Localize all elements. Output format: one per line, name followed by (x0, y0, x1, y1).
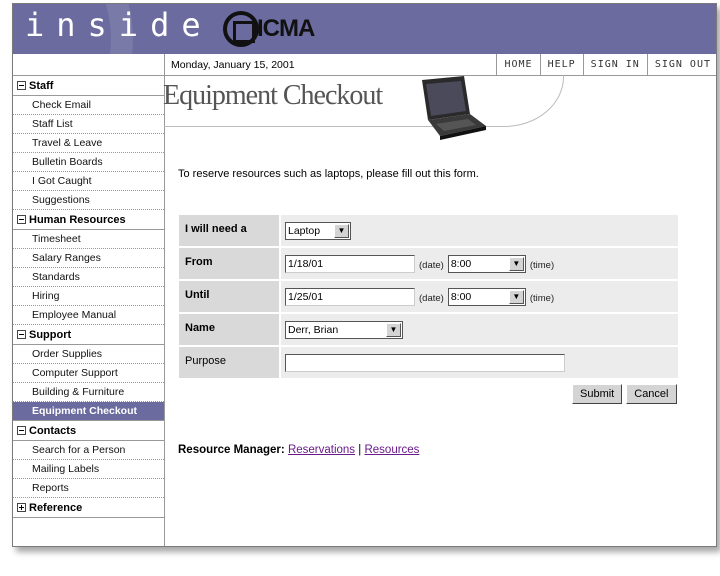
from-label: From (179, 248, 279, 279)
name-select[interactable]: Derr, Brian ▼ (285, 320, 403, 339)
sidebar-section-title: Contacts (29, 424, 77, 437)
sidebar-item-hiring[interactable]: Hiring (13, 287, 164, 306)
form-row-need: I will need a Laptop ▼ (179, 215, 678, 246)
sidebar-item-mailing-labels[interactable]: Mailing Labels (13, 460, 164, 479)
collapse-icon[interactable] (17, 330, 26, 339)
sidebar-item-salary-ranges[interactable]: Salary Ranges (13, 249, 164, 268)
sidebar-item-i-got-caught[interactable]: I Got Caught (13, 172, 164, 191)
from-date-input[interactable] (285, 254, 415, 273)
name-select-value: Derr, Brian (288, 323, 339, 336)
need-field-cell: Laptop ▼ (281, 215, 678, 246)
page-title: Equipment Checkout (163, 80, 383, 111)
purpose-label: Purpose (179, 347, 279, 378)
expand-icon[interactable] (17, 503, 26, 512)
from-time-select[interactable]: 8:00 ▼ (447, 254, 526, 273)
sidebar-item-timesheet[interactable]: Timesheet (13, 230, 164, 249)
sidebar-section-staff[interactable]: Staff (13, 76, 164, 96)
link-separator: | (358, 444, 362, 456)
resource-manager-label: Resource Manager: (178, 444, 285, 456)
collapse-icon[interactable] (17, 81, 26, 90)
time-hint: (time) (529, 292, 555, 304)
sidebar-top-spacer (13, 54, 164, 76)
sidebar-section-contacts[interactable]: Contacts (13, 421, 164, 441)
form-buttons: Submit Cancel (572, 384, 677, 404)
nav-help-link[interactable]: HELP (539, 53, 583, 76)
sidebar-item-bulletin-boards[interactable]: Bulletin Boards (13, 153, 164, 172)
laptop-icon (422, 76, 486, 140)
sidebar-item-suggestions[interactable]: Suggestions (13, 191, 164, 210)
checkout-form: I will need a Laptop ▼ From (date) 8:00 … (179, 215, 678, 380)
purpose-input[interactable] (285, 353, 565, 372)
resources-link[interactable]: Resources (364, 444, 419, 456)
collapse-icon[interactable] (17, 426, 26, 435)
name-label: Name (179, 314, 279, 345)
submit-button[interactable]: Submit (572, 384, 623, 404)
sidebar-section-support[interactable]: Support (13, 325, 164, 345)
sidebar-item-standards[interactable]: Standards (13, 268, 164, 287)
sidebar-list: Staff Check Email Staff List Travel & Leave… (13, 76, 164, 518)
current-date: Monday, January 15, 2001 (171, 58, 295, 71)
sidebar-section-title: Staff (29, 79, 54, 92)
sidebar-item-building-furniture[interactable]: Building & Furniture (13, 383, 164, 402)
cancel-button[interactable]: Cancel (626, 384, 677, 404)
until-time-select[interactable]: 8:00 ▼ (447, 287, 526, 306)
top-nav-bar: Monday, January 15, 2001 HOME HELP SIGN … (165, 53, 716, 76)
equipment-select[interactable]: Laptop ▼ (285, 221, 351, 240)
form-row-purpose: Purpose (179, 347, 678, 378)
sidebar-section-reference[interactable]: Reference (13, 498, 164, 518)
resource-manager: Resource Manager: Reservations | Resourc… (178, 444, 419, 456)
from-field-cell: (date) 8:00 ▼ (time) (281, 248, 678, 279)
sidebar: Staff Check Email Staff List Travel & Leave… (13, 54, 165, 546)
dropdown-arrow-icon: ▼ (508, 289, 524, 304)
icma-logo-icon (223, 11, 259, 47)
intro-text: To reserve resources such as laptops, pl… (178, 168, 479, 180)
sidebar-item-computer-support[interactable]: Computer Support (13, 364, 164, 383)
from-time-value: 8:00 (450, 257, 472, 270)
form-row-name: Name Derr, Brian ▼ (179, 314, 678, 345)
sidebar-section-human-resources[interactable]: Human Resources (13, 210, 164, 230)
form-row-until: Until (date) 8:00 ▼ (time) (179, 281, 678, 312)
dropdown-arrow-icon: ▼ (508, 256, 524, 271)
sidebar-item-order-supplies[interactable]: Order Supplies (13, 345, 164, 364)
banner: inside ICMA (13, 4, 716, 144)
collapse-icon[interactable] (17, 215, 26, 224)
sidebar-item-travel-leave[interactable]: Travel & Leave (13, 134, 164, 153)
logo-text: ICMA (257, 15, 315, 42)
sidebar-item-employee-manual[interactable]: Employee Manual (13, 306, 164, 325)
time-hint: (time) (529, 259, 555, 271)
sidebar-item-search-for-a-person[interactable]: Search for a Person (13, 441, 164, 460)
form-row-from: From (date) 8:00 ▼ (time) (179, 248, 678, 279)
banner-title: inside (25, 6, 213, 44)
nav-sign-out-link[interactable]: SIGN OUT (646, 53, 716, 76)
sidebar-section-title: Human Resources (29, 213, 126, 226)
until-field-cell: (date) 8:00 ▼ (time) (281, 281, 678, 312)
icma-logo: ICMA (223, 10, 315, 48)
dropdown-arrow-icon: ▼ (386, 322, 401, 337)
sidebar-section-title: Reference (29, 501, 83, 514)
sidebar-item-check-email[interactable]: Check Email (13, 96, 164, 115)
equipment-select-value: Laptop (288, 224, 321, 237)
dropdown-arrow-icon: ▼ (334, 223, 349, 238)
sidebar-item-reports[interactable]: Reports (13, 479, 164, 498)
sidebar-item-equipment-checkout[interactable]: Equipment Checkout (13, 402, 164, 421)
reservations-link[interactable]: Reservations (288, 444, 355, 456)
purpose-field-cell (281, 347, 678, 378)
until-date-input[interactable] (285, 287, 415, 306)
date-hint: (date) (419, 292, 444, 304)
date-hint: (date) (419, 259, 444, 271)
until-label: Until (179, 281, 279, 312)
sidebar-section-title: Support (29, 328, 72, 341)
until-time-value: 8:00 (450, 290, 472, 303)
nav-sign-in-link[interactable]: SIGN IN (582, 53, 647, 76)
nav-home-link[interactable]: HOME (496, 53, 539, 76)
sidebar-item-staff-list[interactable]: Staff List (13, 115, 164, 134)
name-field-cell: Derr, Brian ▼ (281, 314, 678, 345)
need-label: I will need a (179, 215, 279, 246)
